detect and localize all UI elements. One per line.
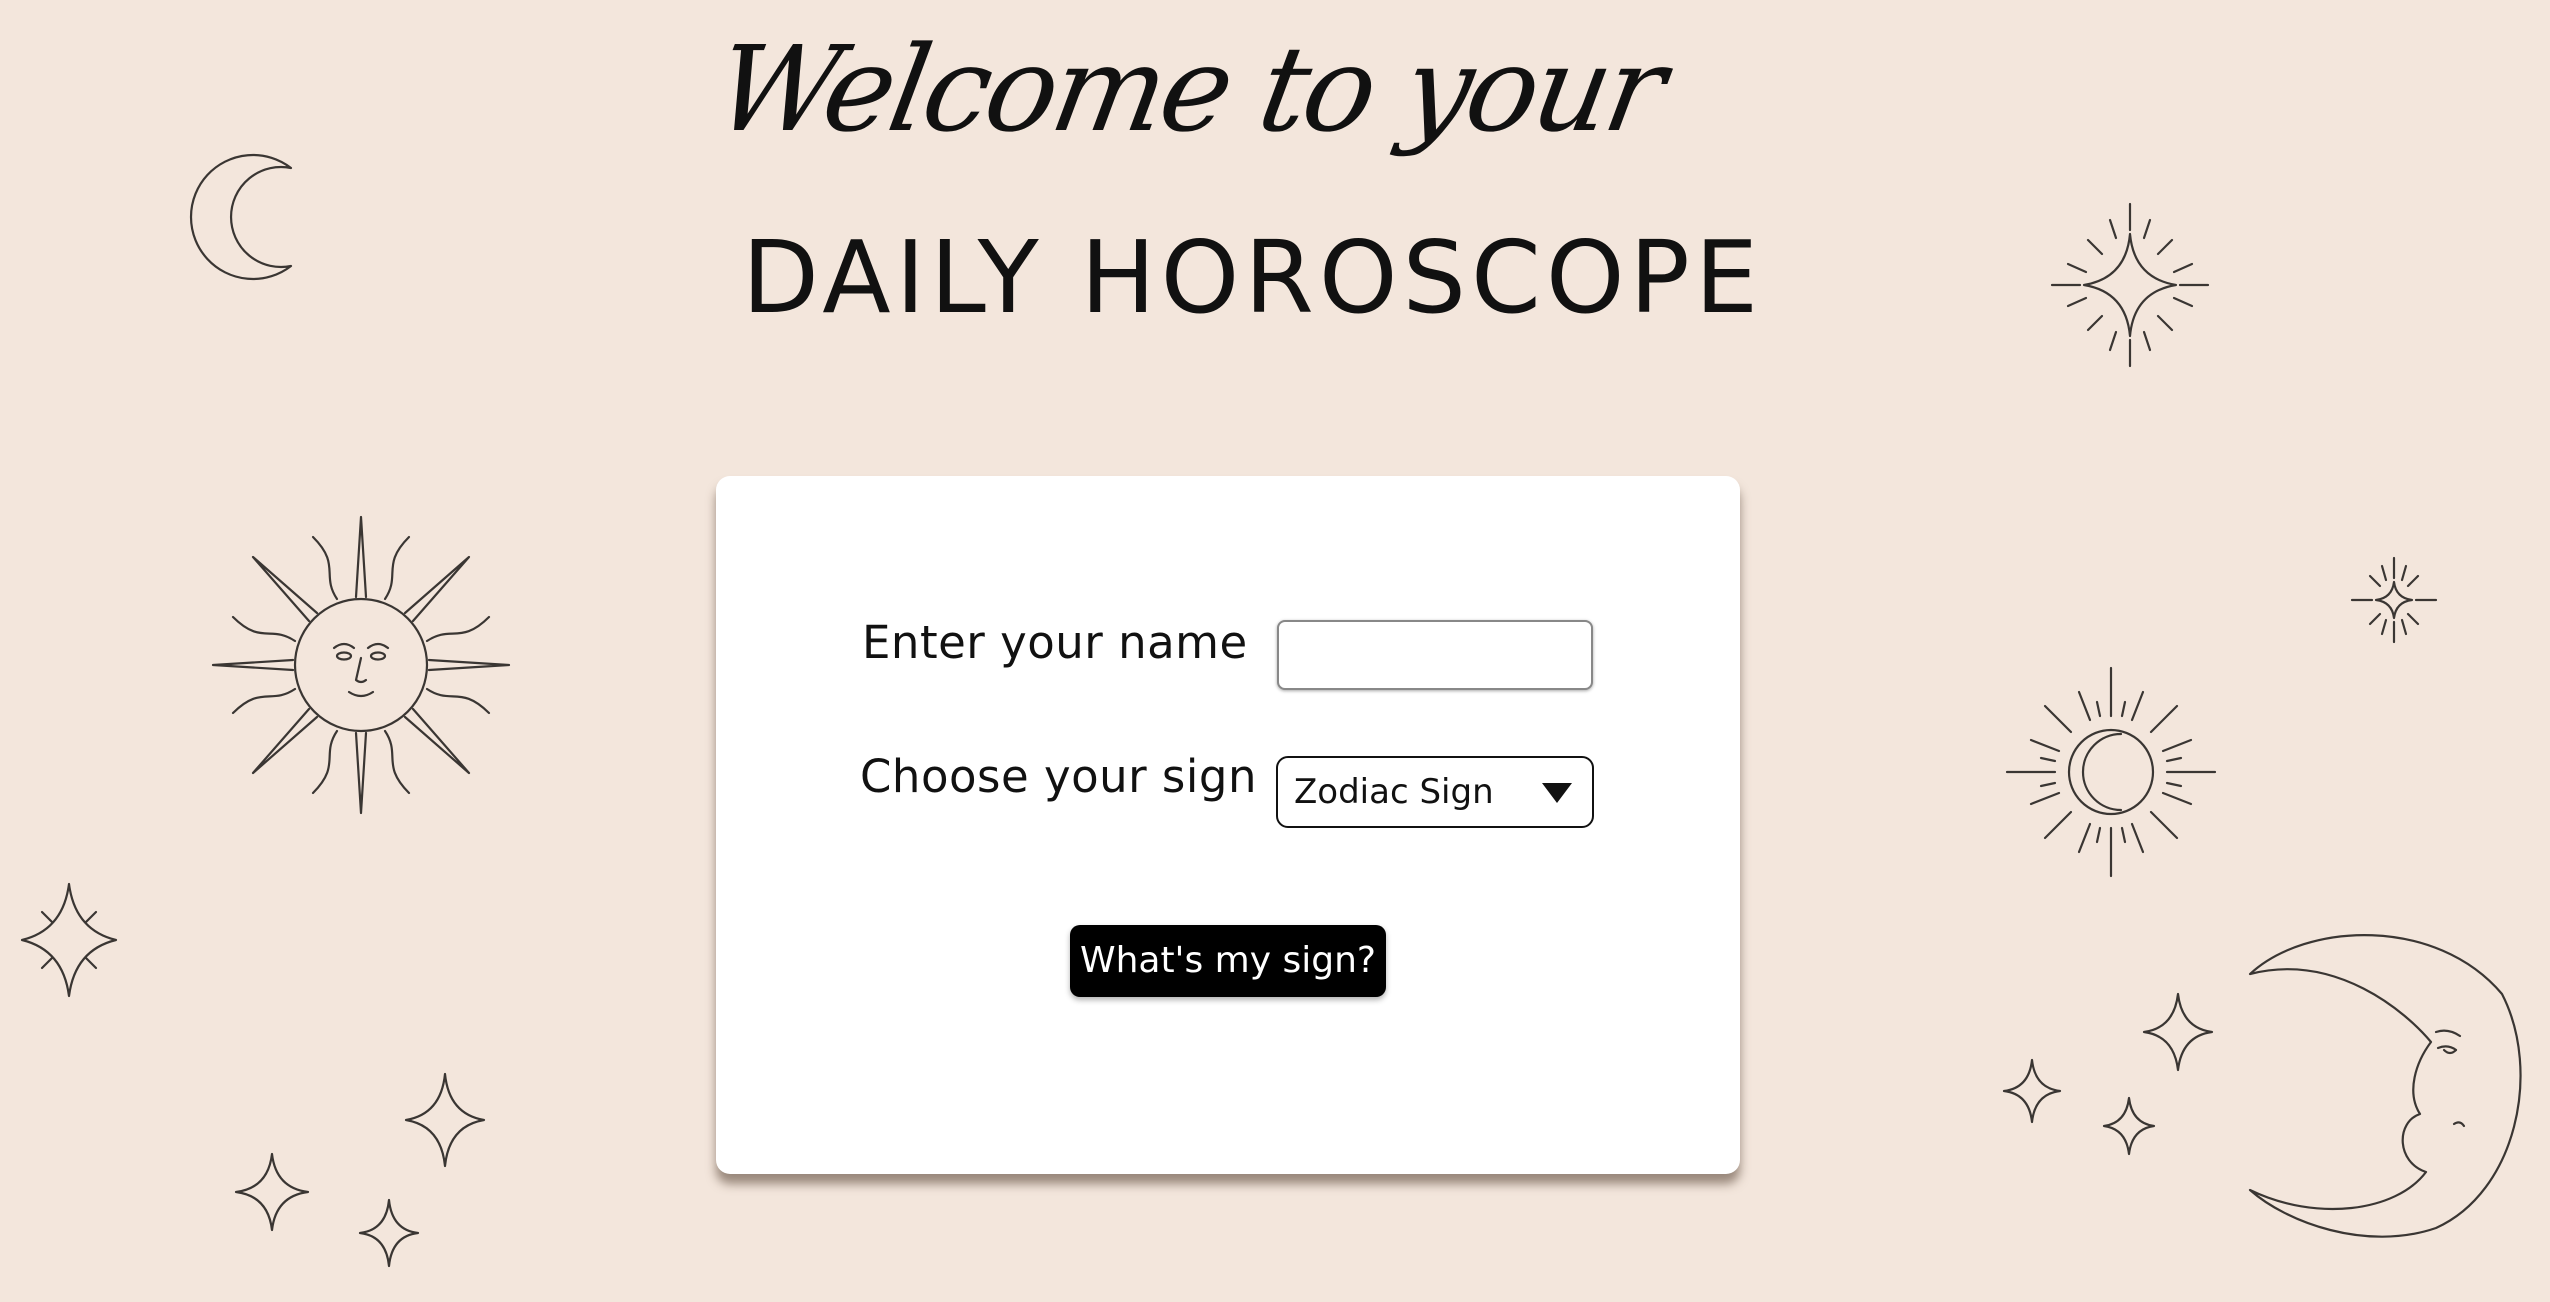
moon-face-icon <box>2248 934 2522 1238</box>
sparkle-star-icon <box>2350 556 2438 644</box>
sun-face-icon <box>211 515 511 815</box>
four-point-star-icon <box>2102 1096 2156 1156</box>
name-label: Enter your name <box>862 616 1248 669</box>
dropdown-arrow-icon <box>1542 783 1572 803</box>
horoscope-form-card: Enter your name Choose your sign Zodiac … <box>716 476 1740 1174</box>
name-input[interactable] <box>1277 620 1593 690</box>
sparkle-star-icon <box>2050 202 2210 368</box>
page-title: DAILY HOROSCOPE <box>742 219 1764 336</box>
sunburst-moon-icon <box>2005 666 2217 878</box>
sparkle-star-icon <box>20 882 118 998</box>
four-point-star-icon <box>404 1072 486 1168</box>
sign-label: Choose your sign <box>860 750 1257 803</box>
four-point-star-icon <box>234 1152 310 1232</box>
crescent-moon-icon <box>189 153 293 281</box>
zodiac-sign-select[interactable]: Zodiac Sign <box>1276 756 1594 828</box>
four-point-star-icon <box>358 1198 420 1268</box>
whats-my-sign-button[interactable]: What's my sign? <box>1070 925 1386 997</box>
select-value: Zodiac Sign <box>1294 772 1494 812</box>
four-point-star-icon <box>2002 1058 2062 1124</box>
four-point-star-icon <box>2142 992 2214 1072</box>
welcome-script-heading: Welcome to your <box>705 20 1672 158</box>
